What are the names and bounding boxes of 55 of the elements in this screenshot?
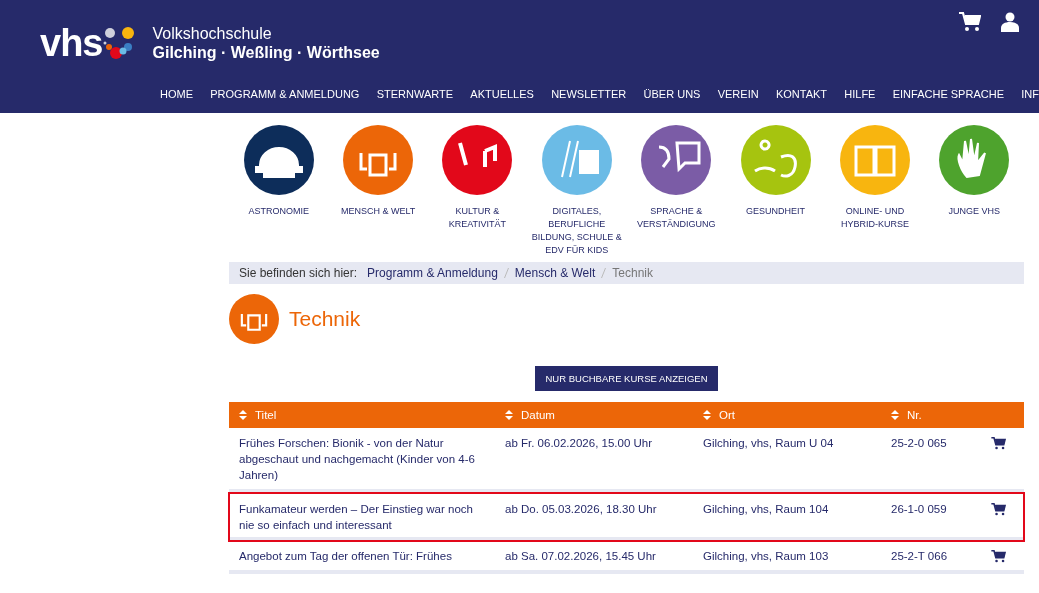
breadcrumb-current: Technik bbox=[612, 266, 653, 280]
table-cell-text: ab Sa. 07.02.2026, 15.45 Uhr bbox=[504, 549, 657, 564]
category-label[interactable]: ASTRONOMIE bbox=[230, 205, 327, 218]
category-label[interactable]: GESUNDHEIT bbox=[727, 205, 824, 218]
breadcrumb-prefix: Sie befinden sich hier: bbox=[239, 266, 358, 280]
table-cell-text: Gilching, vhs, Raum U 04 bbox=[702, 436, 835, 451]
sort-icon[interactable] bbox=[239, 410, 247, 420]
table-row[interactable]: Frühes Forschen: Bionik - von der Natur abgeschaut und nachgemacht (Kinder von 4-6 Jahren) ab Fr. 06.02.2026, 15.00 Uhr Gilching, vhs, Raum U 04 25-2-0 065 bbox=[229, 428, 1024, 493]
org-locations: Gilching · Weßling · Wörthsee bbox=[152, 43, 380, 62]
category-label[interactable]: MENSCH & WELT bbox=[330, 205, 427, 218]
category-label[interactable]: KULTUR & KREATIVITÄT bbox=[429, 205, 526, 231]
course-title[interactable]: Frühes Forschen: Bionik - von der Natur abgeschaut und nachgemacht (Kinder von 4-6 Jahren) bbox=[229, 435, 495, 483]
nav-link[interactable]: AKTUELLES bbox=[470, 88, 534, 100]
category-label[interactable]: SPRACHE & VERSTÄNDIGUNG bbox=[628, 205, 725, 231]
table-cell-text: 25-2-0 065 bbox=[890, 436, 948, 451]
course-title[interactable]: Funkamateur werden – Der Einstieg war noch nie so einfach und interessant bbox=[229, 501, 495, 533]
breadcrumb-link[interactable]: Mensch & Welt bbox=[514, 266, 596, 280]
cart-icon[interactable] bbox=[990, 437, 1006, 450]
nav-link[interactable]: PROGRAMM & ANMELDUNG bbox=[210, 88, 360, 100]
nav-link[interactable]: NEWSLETTER bbox=[551, 88, 627, 100]
category-label[interactable]: DIGITALES, BERUFLICHE BILDUNG, SCHULE & EDV FÜR KIDS bbox=[528, 205, 625, 257]
table-cell-text: ab Do. 05.03.2026, 18.30 Uhr bbox=[504, 502, 658, 517]
table-cell-text: 25-2-T 066 bbox=[890, 549, 949, 564]
nav-link[interactable]: ÜBER UNS bbox=[643, 88, 701, 100]
table-cell-text: 26-1-0 059 bbox=[890, 502, 948, 517]
table-cell-text: ab Fr. 06.02.2026, 15.00 Uhr bbox=[504, 436, 654, 451]
category-label[interactable]: JUNGE VHS bbox=[926, 205, 1023, 218]
sort-icon[interactable] bbox=[505, 410, 513, 420]
filter-button[interactable]: NUR BUCHBARE KURSE ANZEIGEN bbox=[535, 366, 718, 391]
sort-icon[interactable] bbox=[703, 410, 711, 420]
nav-link[interactable]: INF bbox=[1021, 88, 1039, 100]
page-title: Technik bbox=[289, 307, 361, 331]
separator-icon bbox=[503, 268, 509, 278]
breadcrumb-link[interactable]: Programm & Anmeldung bbox=[367, 266, 498, 280]
cart-icon[interactable] bbox=[990, 550, 1006, 563]
separator-icon bbox=[601, 268, 607, 278]
table-cell-text: Gilching, vhs, Raum 104 bbox=[702, 502, 830, 517]
table-cell-text: Gilching, vhs, Raum 103 bbox=[702, 549, 830, 564]
nav-link[interactable]: STERNWARTE bbox=[376, 88, 454, 100]
nav-link[interactable]: HOME bbox=[160, 88, 193, 100]
nav-link[interactable]: KONTAKT bbox=[775, 88, 828, 100]
category-icon[interactable] bbox=[243, 125, 314, 195]
table-row[interactable]: Funkamateur werden – Der Einstieg war noch nie so einfach und interessant ab Do. 05.03.2026, 18.30 Uhr Gilching, vhs, Raum 104 26-1-0 059 bbox=[229, 493, 1024, 541]
nav-link[interactable]: EINFACHE SPRACHE bbox=[892, 88, 1004, 100]
nav-link[interactable]: HILFE bbox=[844, 88, 876, 100]
category-label[interactable]: ONLINE- UND HYBRID-KURSE bbox=[826, 205, 923, 231]
course-title[interactable]: Angebot zum Tag der offenen Tür: Frühes bbox=[229, 548, 495, 564]
user-icon[interactable] bbox=[1001, 12, 1019, 32]
org-name: Volkshochschule bbox=[152, 24, 273, 43]
sort-icon[interactable] bbox=[891, 410, 899, 420]
cart-icon[interactable] bbox=[990, 503, 1006, 516]
table-row[interactable]: Angebot zum Tag der offenen Tür: Frühes ab Sa. 07.02.2026, 15.45 Uhr Gilching, vhs, Raum 103 25-2-T 066 bbox=[229, 541, 1024, 574]
cart-icon[interactable] bbox=[959, 12, 981, 32]
logo-text[interactable]: vhs bbox=[40, 26, 103, 60]
nav-link[interactable]: VEREIN bbox=[717, 88, 759, 100]
